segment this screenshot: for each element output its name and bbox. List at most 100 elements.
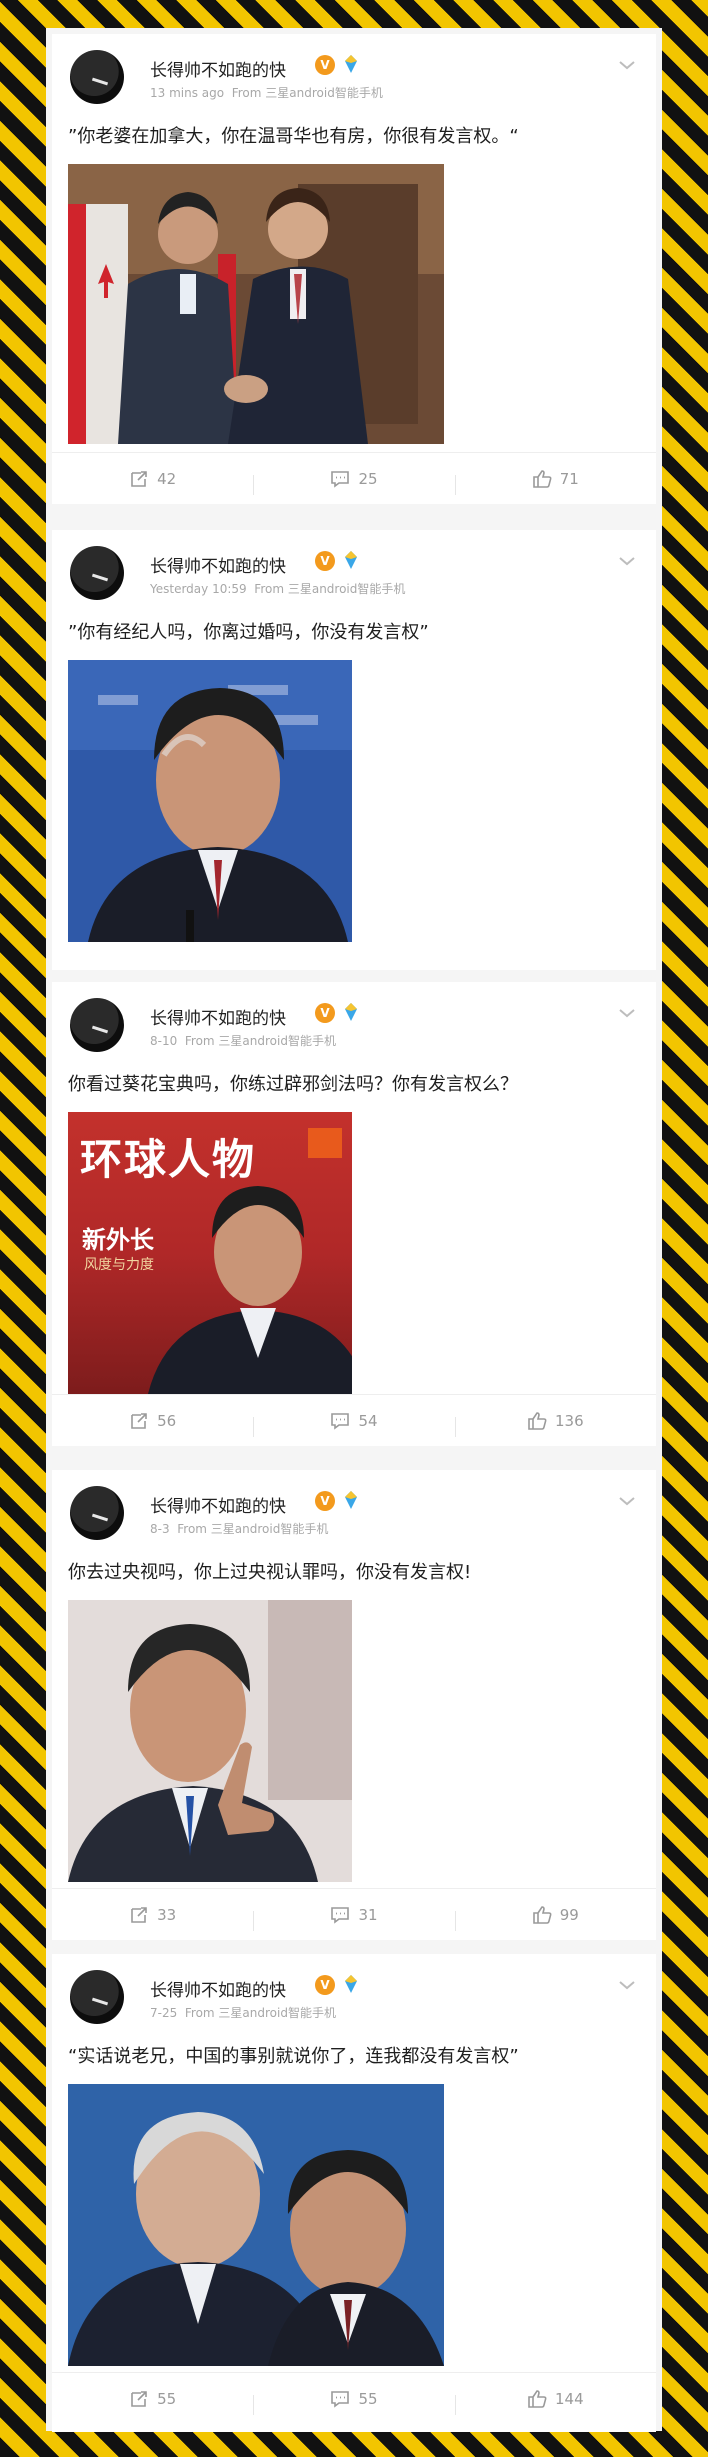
post-actions: 55 55 144 bbox=[52, 2372, 656, 2425]
gem-badge-icon bbox=[345, 1491, 358, 1509]
portrait-photo bbox=[68, 660, 352, 942]
thumbs-up-icon bbox=[528, 1412, 547, 1430]
post-card: 长得帅不如跑的快 V 7-25 From 三星android智能手机 “实话说老… bbox=[52, 1954, 656, 2432]
comment-button[interactable]: 25 bbox=[253, 469, 454, 495]
repost-button[interactable]: 56 bbox=[52, 1411, 253, 1431]
chevron-down-icon[interactable] bbox=[616, 54, 638, 76]
verified-badge-icon: V bbox=[315, 1975, 335, 1995]
username[interactable]: 长得帅不如跑的快 bbox=[150, 1976, 286, 2001]
thumbs-up-icon bbox=[532, 1906, 552, 1924]
post-header: 长得帅不如跑的快 V 8-10 From 三星android智能手机 bbox=[70, 998, 638, 1058]
username[interactable]: 长得帅不如跑的快 bbox=[150, 552, 286, 577]
verified-badge-icon: V bbox=[315, 55, 335, 75]
post-header: 长得帅不如跑的快 V Yesterday 10:59 From 三星androi… bbox=[70, 546, 638, 606]
comment-icon bbox=[331, 1907, 350, 1924]
post-actions: 56 54 136 bbox=[52, 1394, 656, 1447]
comment-count: 54 bbox=[358, 1412, 378, 1430]
comment-count: 31 bbox=[358, 1906, 378, 1924]
comment-icon bbox=[331, 471, 350, 488]
repost-button[interactable]: 33 bbox=[52, 1905, 253, 1925]
repost-count: 55 bbox=[157, 2390, 177, 2408]
avatar[interactable] bbox=[70, 50, 124, 104]
repost-count: 42 bbox=[157, 470, 177, 488]
user-badges: V bbox=[315, 550, 358, 572]
post-source: From 三星android智能手机 bbox=[184, 1034, 336, 1048]
post-actions: 33 31 99 bbox=[52, 1888, 656, 1941]
post-photo[interactable] bbox=[68, 660, 352, 942]
repost-icon bbox=[131, 2391, 147, 2407]
post-photo[interactable] bbox=[68, 164, 444, 444]
repost-button[interactable]: 42 bbox=[52, 469, 253, 489]
verified-badge-icon: V bbox=[315, 1003, 335, 1023]
username[interactable]: 长得帅不如跑的快 bbox=[150, 56, 286, 81]
gem-badge-icon bbox=[345, 1003, 358, 1021]
user-badges: V bbox=[315, 1974, 358, 1996]
post-time: Yesterday 10:59 bbox=[150, 582, 247, 596]
comment-count: 55 bbox=[358, 2390, 378, 2408]
repost-button[interactable]: 55 bbox=[52, 2389, 253, 2409]
chevron-down-icon[interactable] bbox=[616, 1490, 638, 1512]
chevron-down-icon[interactable] bbox=[616, 1002, 638, 1024]
post-text: 你去过央视吗，你上过央视认罪吗，你没有发言权! bbox=[68, 1562, 472, 1583]
post-meta: 13 mins ago From 三星android智能手机 bbox=[150, 84, 383, 101]
two-men-photo bbox=[68, 2084, 444, 2366]
like-button[interactable]: 99 bbox=[454, 1905, 656, 1931]
comment-icon bbox=[331, 1413, 350, 1430]
cover-portrait bbox=[148, 1128, 352, 1394]
avatar[interactable] bbox=[70, 998, 124, 1052]
comment-button[interactable]: 54 bbox=[253, 1411, 454, 1437]
avatar[interactable] bbox=[70, 1970, 124, 2024]
comment-icon bbox=[331, 2391, 350, 2408]
comment-count: 25 bbox=[358, 470, 378, 488]
like-count: 144 bbox=[555, 2390, 584, 2408]
like-button[interactable]: 71 bbox=[454, 469, 656, 495]
like-button[interactable]: 144 bbox=[454, 2389, 656, 2415]
username[interactable]: 长得帅不如跑的快 bbox=[150, 1004, 286, 1029]
post-meta: 8-10 From 三星android智能手机 bbox=[150, 1032, 336, 1049]
repost-icon bbox=[131, 471, 147, 487]
post-card: 长得帅不如跑的快 V Yesterday 10:59 From 三星androi… bbox=[52, 530, 656, 970]
post-text: ”你老婆在加拿大，你在温哥华也有房，你很有发言权。“ bbox=[68, 126, 519, 147]
gem-badge-icon bbox=[345, 55, 358, 73]
post-meta: 7-25 From 三星android智能手机 bbox=[150, 2004, 336, 2021]
post-source: From 三星android智能手机 bbox=[254, 582, 406, 596]
post-text: ”你有经纪人吗，你离过婚吗，你没有发言权” bbox=[68, 622, 429, 643]
user-badges: V bbox=[315, 54, 358, 76]
post-text: “实话说老兄，中国的事别就说你了，连我都没有发言权” bbox=[68, 2046, 519, 2067]
avatar[interactable] bbox=[70, 546, 124, 600]
post-card: 长得帅不如跑的快 V 8-3 From 三星android智能手机 你去过央视吗… bbox=[52, 1470, 656, 1940]
comment-button[interactable]: 31 bbox=[253, 1905, 454, 1931]
post-card: 长得帅不如跑的快 V 8-10 From 三星android智能手机 你看过葵花… bbox=[52, 982, 656, 1446]
post-card: 长得帅不如跑的快 V 13 mins ago From 三星android智能手… bbox=[52, 34, 656, 504]
username[interactable]: 长得帅不如跑的快 bbox=[150, 1492, 286, 1517]
post-meta: Yesterday 10:59 From 三星android智能手机 bbox=[150, 580, 405, 597]
post-text: 你看过葵花宝典吗，你练过辟邪剑法吗？你有发言权么？ bbox=[68, 1074, 518, 1095]
post-time: 7-25 bbox=[150, 2006, 178, 2020]
post-header: 长得帅不如跑的快 V 13 mins ago From 三星android智能手… bbox=[70, 50, 638, 110]
gem-badge-icon bbox=[345, 551, 358, 569]
post-source: From 三星android智能手机 bbox=[231, 86, 383, 100]
like-count: 136 bbox=[555, 1412, 584, 1430]
like-count: 99 bbox=[559, 1906, 579, 1924]
verified-badge-icon: V bbox=[315, 1491, 335, 1511]
thumbs-up-icon bbox=[528, 2390, 547, 2408]
post-actions: 42 25 71 bbox=[52, 452, 656, 505]
post-header: 长得帅不如跑的快 V 7-25 From 三星android智能手机 bbox=[70, 1970, 638, 2030]
post-photo[interactable]: 环球人物 新外长 风度与力度 bbox=[68, 1112, 352, 1394]
repost-icon bbox=[131, 1413, 147, 1429]
gem-badge-icon bbox=[345, 1975, 358, 1993]
post-time: 13 mins ago bbox=[150, 86, 225, 100]
chevron-down-icon[interactable] bbox=[616, 550, 638, 572]
chevron-down-icon[interactable] bbox=[616, 1974, 638, 1996]
repost-count: 33 bbox=[157, 1906, 177, 1924]
like-button[interactable]: 136 bbox=[454, 1411, 656, 1437]
pointing-photo bbox=[68, 1600, 352, 1882]
avatar[interactable] bbox=[70, 1486, 124, 1540]
comment-button[interactable]: 55 bbox=[253, 2389, 454, 2415]
verified-badge-icon: V bbox=[315, 551, 335, 571]
post-header: 长得帅不如跑的快 V 8-3 From 三星android智能手机 bbox=[70, 1486, 638, 1546]
post-photo[interactable] bbox=[68, 2084, 444, 2366]
post-photo[interactable] bbox=[68, 1600, 352, 1882]
user-badges: V bbox=[315, 1490, 358, 1512]
user-badges: V bbox=[315, 1002, 358, 1024]
